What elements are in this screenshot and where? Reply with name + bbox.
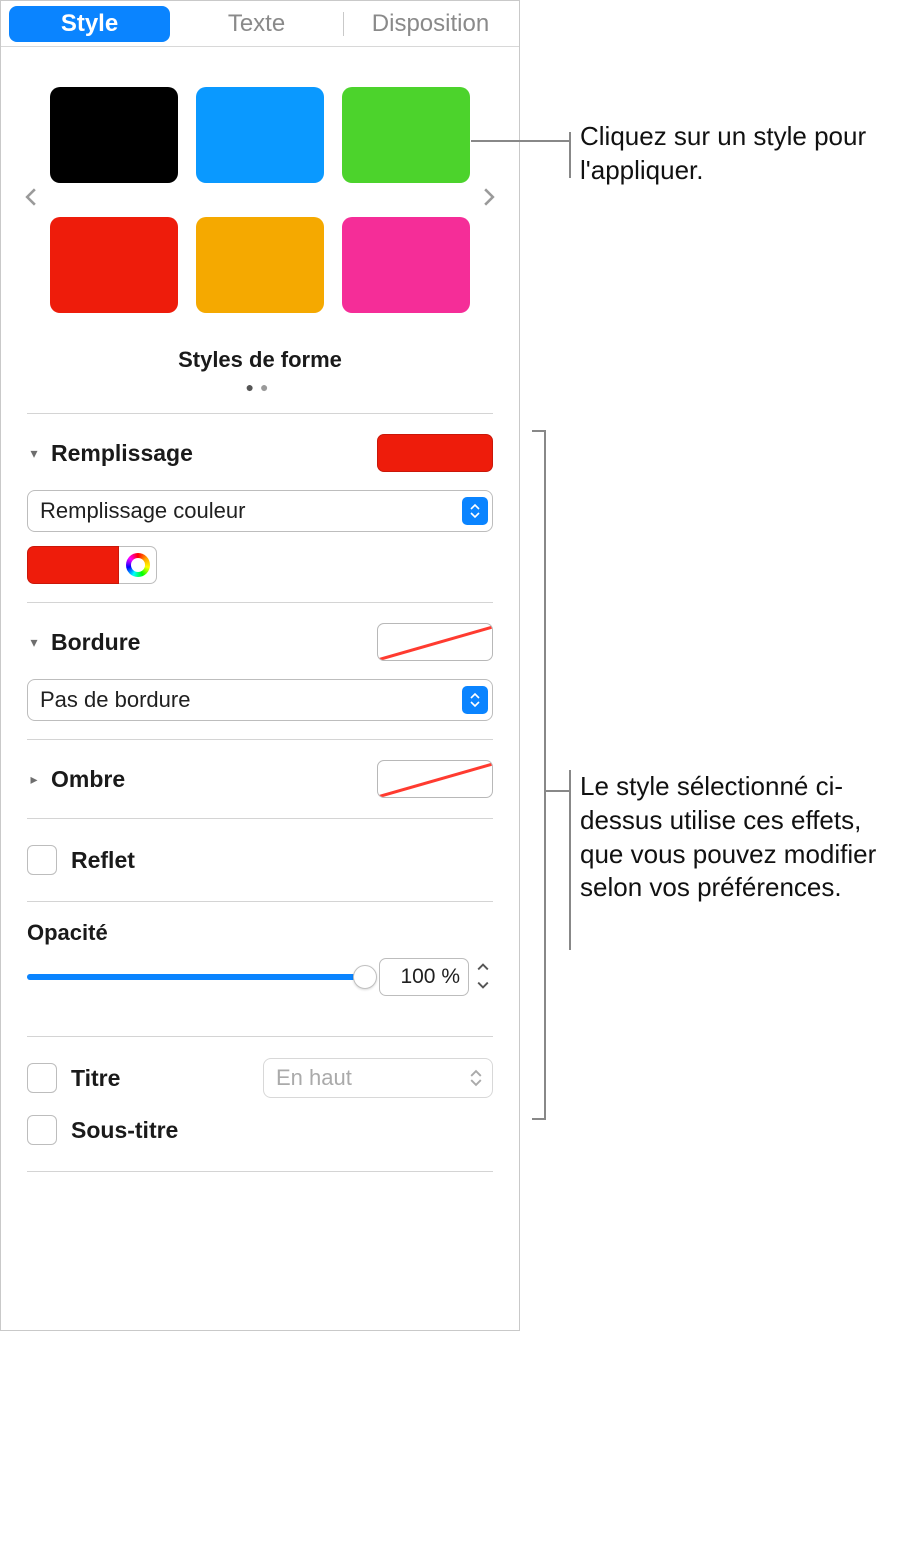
- title-position-popup[interactable]: En haut: [263, 1058, 493, 1098]
- popup-arrows-icon: [462, 497, 488, 525]
- chevron-down-icon: ▾: [27, 445, 41, 462]
- callout-tick: [569, 770, 571, 950]
- shadow-label: Ombre: [51, 766, 125, 793]
- fill-color-swatch[interactable]: [27, 546, 119, 584]
- opacity-label: Opacité: [27, 920, 493, 946]
- opacity-field[interactable]: 100 %: [379, 958, 469, 996]
- divider: [27, 1036, 493, 1037]
- divider: [27, 739, 493, 740]
- title-position-value: En haut: [276, 1065, 352, 1091]
- opacity-step-up[interactable]: [473, 958, 493, 976]
- page-indicator: ●●: [19, 379, 501, 395]
- divider: [27, 413, 493, 414]
- border-none-well[interactable]: [377, 623, 493, 661]
- opacity-step-down[interactable]: [473, 976, 493, 994]
- chevron-right-icon: ▸: [27, 771, 41, 788]
- reflection-checkbox[interactable]: [27, 845, 57, 875]
- shape-style-swatch[interactable]: [50, 217, 178, 313]
- color-wheel-button[interactable]: [119, 546, 157, 584]
- fill-type-value: Remplissage couleur: [40, 498, 245, 524]
- border-type-popup[interactable]: Pas de bordure: [27, 679, 493, 721]
- subtitle-checkbox[interactable]: [27, 1115, 57, 1145]
- title-label: Titre: [71, 1065, 120, 1092]
- fill-disclosure[interactable]: ▾ Remplissage: [27, 440, 193, 467]
- fill-type-popup[interactable]: Remplissage couleur: [27, 490, 493, 532]
- callout-leader-line: [546, 790, 571, 792]
- divider: [27, 602, 493, 603]
- shape-style-swatch[interactable]: [342, 217, 470, 313]
- callout-tick: [532, 1118, 546, 1120]
- callout-leader-line: [471, 140, 571, 142]
- chevron-down-icon: ▾: [27, 634, 41, 651]
- opacity-slider[interactable]: [27, 966, 365, 988]
- color-wheel-icon: [126, 553, 150, 577]
- slider-thumb[interactable]: [353, 965, 377, 989]
- callout-text: Le style sélectionné ci-dessus utilise c…: [580, 770, 890, 905]
- fill-label: Remplissage: [51, 440, 193, 467]
- shape-styles-title: Styles de forme: [19, 347, 501, 373]
- tab-text[interactable]: Texte: [176, 6, 337, 42]
- border-disclosure[interactable]: ▾ Bordure: [27, 629, 140, 656]
- shape-style-swatch[interactable]: [342, 87, 470, 183]
- tab-layout[interactable]: Disposition: [350, 6, 511, 42]
- divider: [27, 818, 493, 819]
- tab-style[interactable]: Style: [9, 6, 170, 42]
- callout-bracket: [544, 430, 546, 1120]
- shadow-none-well[interactable]: [377, 760, 493, 798]
- callout-tick: [569, 132, 571, 178]
- divider: [27, 901, 493, 902]
- styles-next-arrow[interactable]: [480, 188, 498, 212]
- popup-arrows-icon: [462, 686, 488, 714]
- shape-style-swatch[interactable]: [196, 217, 324, 313]
- tab-divider: [343, 12, 344, 36]
- divider: [27, 1171, 493, 1172]
- popup-arrows-icon: [470, 1069, 488, 1087]
- title-checkbox[interactable]: [27, 1063, 57, 1093]
- callout-tick: [532, 430, 546, 432]
- border-type-value: Pas de bordure: [40, 687, 190, 713]
- shadow-disclosure[interactable]: ▸ Ombre: [27, 766, 125, 793]
- reflection-label: Reflet: [71, 847, 135, 874]
- fill-color-well[interactable]: [377, 434, 493, 472]
- inspector-tabs: Style Texte Disposition: [1, 1, 519, 47]
- border-label: Bordure: [51, 629, 140, 656]
- shape-style-grid: [50, 87, 470, 313]
- styles-prev-arrow[interactable]: [22, 188, 40, 212]
- callout-text: Cliquez sur un style pour l'appliquer.: [580, 120, 880, 188]
- shape-style-swatch[interactable]: [196, 87, 324, 183]
- subtitle-label: Sous-titre: [71, 1117, 178, 1144]
- shape-style-swatch[interactable]: [50, 87, 178, 183]
